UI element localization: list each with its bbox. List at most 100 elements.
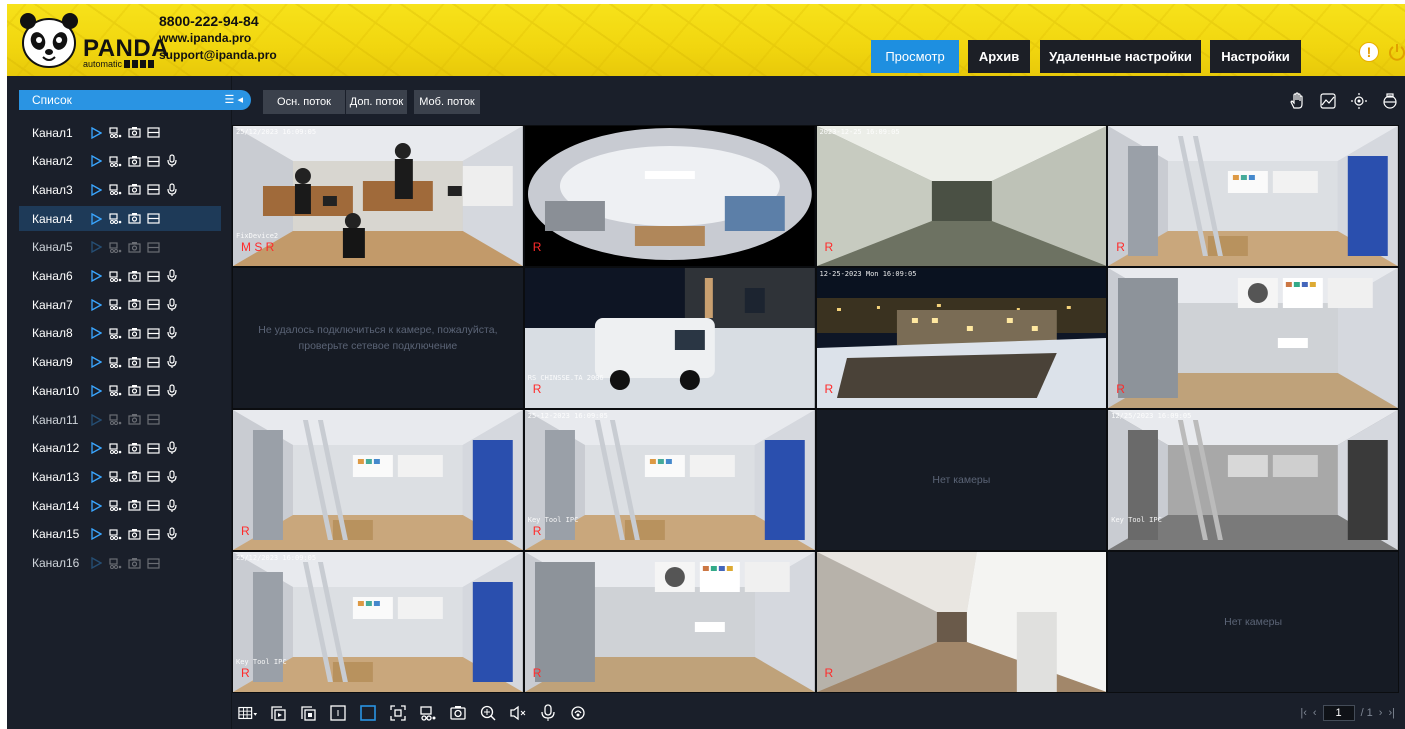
nav-archive[interactable]: Архив xyxy=(968,40,1030,73)
channel-row[interactable]: Канал7 xyxy=(19,292,221,317)
next-page-icon[interactable]: › xyxy=(1379,707,1383,719)
snapshot-icon[interactable] xyxy=(127,240,141,254)
snapshot-icon[interactable] xyxy=(127,470,141,484)
snapshot-icon[interactable] xyxy=(448,703,468,723)
mic-icon[interactable] xyxy=(165,498,179,513)
record-icon[interactable] xyxy=(108,212,122,226)
fullscreen-cell-icon[interactable] xyxy=(328,703,348,723)
snapshot-icon[interactable] xyxy=(127,126,141,140)
ptz-icon[interactable] xyxy=(1380,91,1400,111)
channel-row[interactable]: Канал10 xyxy=(19,378,221,403)
prev-page-icon[interactable]: ‹ xyxy=(1313,707,1317,719)
stream-icon[interactable] xyxy=(146,499,160,513)
record-icon[interactable] xyxy=(108,556,122,570)
page-input[interactable] xyxy=(1322,705,1355,721)
mic-icon[interactable] xyxy=(165,326,179,340)
mic-icon[interactable] xyxy=(165,183,179,197)
mic-icon[interactable] xyxy=(165,269,179,283)
snapshot-icon[interactable] xyxy=(127,441,141,455)
channel-row[interactable]: Канал4 xyxy=(19,206,221,232)
camera-cell[interactable]: 25-12-2023 16:09:05 Key Tool IPC R xyxy=(524,410,815,550)
record-icon[interactable] xyxy=(108,384,122,398)
channel-row[interactable]: Канал5 xyxy=(19,235,221,260)
channel-list-header[interactable]: Список ☰ ◂ xyxy=(19,90,251,110)
camera-cell[interactable]: Нет камеры xyxy=(816,410,1107,550)
play-icon[interactable] xyxy=(89,441,103,455)
mic-icon[interactable] xyxy=(165,154,179,168)
fit-icon[interactable] xyxy=(388,703,408,723)
play-icon[interactable] xyxy=(89,413,103,427)
first-page-icon[interactable]: |‹ xyxy=(1300,707,1307,719)
record-icon[interactable] xyxy=(108,527,122,541)
snapshot-icon[interactable] xyxy=(127,298,141,312)
channel-row[interactable]: Канал6 xyxy=(19,264,221,289)
website-link[interactable]: www.ipanda.pro xyxy=(159,30,277,47)
play-icon[interactable] xyxy=(89,240,103,254)
snapshot-icon[interactable] xyxy=(127,527,141,541)
stream-icon[interactable] xyxy=(146,527,160,541)
mute-icon[interactable] xyxy=(508,703,528,723)
play-icon[interactable] xyxy=(89,126,103,140)
mobile-stream-button[interactable]: Моб. поток xyxy=(414,90,480,114)
channel-row[interactable]: Канал9 xyxy=(19,350,221,375)
channel-row[interactable]: Канал14 xyxy=(19,493,221,518)
play-icon[interactable] xyxy=(89,212,103,226)
stream-icon[interactable] xyxy=(146,413,160,427)
channel-row[interactable]: Канал13 xyxy=(19,464,221,489)
snapshot-icon[interactable] xyxy=(127,212,141,226)
record-icon[interactable] xyxy=(418,703,438,723)
alert-icon[interactable]: ! xyxy=(1359,42,1379,62)
snapshot-icon[interactable] xyxy=(127,355,141,369)
snapshot-icon[interactable] xyxy=(127,384,141,398)
camera-cell[interactable]: R xyxy=(816,552,1107,692)
mic-icon[interactable] xyxy=(165,355,179,369)
snapshot-icon[interactable] xyxy=(127,326,141,340)
play-icon[interactable] xyxy=(89,556,103,570)
stream-icon[interactable] xyxy=(146,212,160,226)
layout-grid-icon[interactable] xyxy=(238,703,258,723)
stream-icon[interactable] xyxy=(146,326,160,340)
channel-row[interactable]: Канал8 xyxy=(19,321,221,346)
next-screen-icon[interactable] xyxy=(298,703,318,723)
record-icon[interactable] xyxy=(108,326,122,340)
record-icon[interactable] xyxy=(108,126,122,140)
mic-icon[interactable] xyxy=(165,470,179,484)
mic-icon[interactable] xyxy=(538,703,558,723)
main-stream-button[interactable]: Осн. поток xyxy=(263,90,345,114)
channel-row[interactable]: Канал1 xyxy=(19,120,221,145)
play-icon[interactable] xyxy=(89,470,103,484)
record-icon[interactable] xyxy=(108,240,122,254)
stream-icon[interactable] xyxy=(146,441,160,455)
camera-cell[interactable]: R xyxy=(524,552,815,692)
camera-cell[interactable]: R xyxy=(524,126,815,266)
snapshot-icon[interactable] xyxy=(127,413,141,427)
list-menu-icon[interactable]: ☰ ◂ xyxy=(225,90,243,110)
camera-cell[interactable]: R xyxy=(233,410,523,550)
record-icon[interactable] xyxy=(108,441,122,455)
nav-settings[interactable]: Настройки xyxy=(1210,40,1301,73)
record-icon[interactable] xyxy=(108,269,122,283)
mic-icon[interactable] xyxy=(165,441,179,455)
play-icon[interactable] xyxy=(89,154,103,168)
channel-row[interactable]: Канал12 xyxy=(19,436,221,461)
snapshot-icon[interactable] xyxy=(127,556,141,570)
hand-icon[interactable] xyxy=(1287,91,1307,111)
stream-icon[interactable] xyxy=(146,470,160,484)
stream-icon[interactable] xyxy=(146,556,160,570)
camera-cell[interactable]: RS CHINSSE.TA 2006 R xyxy=(524,268,815,408)
play-icon[interactable] xyxy=(89,384,103,398)
aspect-icon[interactable] xyxy=(358,703,378,723)
snapshot-icon[interactable] xyxy=(127,499,141,513)
power-icon[interactable] xyxy=(1387,42,1405,62)
stream-icon[interactable] xyxy=(146,384,160,398)
nav-live-view[interactable]: Просмотр xyxy=(871,40,959,73)
snapshot-icon[interactable] xyxy=(127,183,141,197)
record-icon[interactable] xyxy=(108,413,122,427)
brightness-icon[interactable] xyxy=(1349,91,1369,111)
snapshot-icon[interactable] xyxy=(127,154,141,168)
last-page-icon[interactable]: ›| xyxy=(1388,707,1395,719)
prev-screen-icon[interactable] xyxy=(268,703,288,723)
camera-cell[interactable]: 12-25-2023 Mon 16:09:05 R xyxy=(816,268,1107,408)
mic-icon[interactable] xyxy=(165,384,179,398)
channel-row[interactable]: Канал15 xyxy=(19,522,221,547)
